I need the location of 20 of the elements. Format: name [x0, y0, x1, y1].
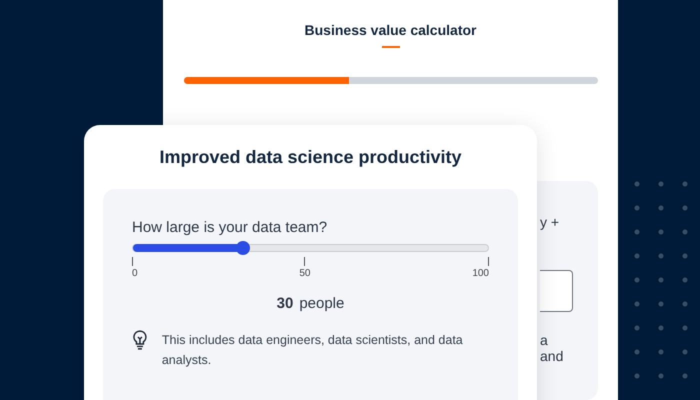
tick-label: 0	[132, 268, 138, 279]
slider-track[interactable]	[132, 244, 489, 252]
tick-mark	[304, 257, 306, 266]
title-underline	[382, 46, 400, 48]
slider-thumb[interactable]	[236, 241, 250, 255]
input-field[interactable]	[540, 270, 573, 312]
card-title: Improved data science productivity	[159, 147, 462, 168]
unit-label: people	[299, 295, 344, 312]
calculator-title: Business value calculator	[304, 22, 476, 38]
lightbulb-icon	[132, 330, 148, 350]
question-label: How large is your data team?	[132, 219, 328, 236]
partial-text: a	[540, 332, 549, 348]
tick-label: 50	[299, 268, 310, 279]
tick-mark	[488, 257, 489, 266]
tick-mark	[132, 257, 133, 266]
partial-text: and	[540, 348, 564, 364]
tip-text: This includes data engineers, data scientists, and data analysts.	[162, 332, 464, 369]
team-size-value: 30	[276, 295, 294, 312]
partial-text: y +	[540, 214, 560, 230]
tick-label: 100	[472, 268, 489, 279]
